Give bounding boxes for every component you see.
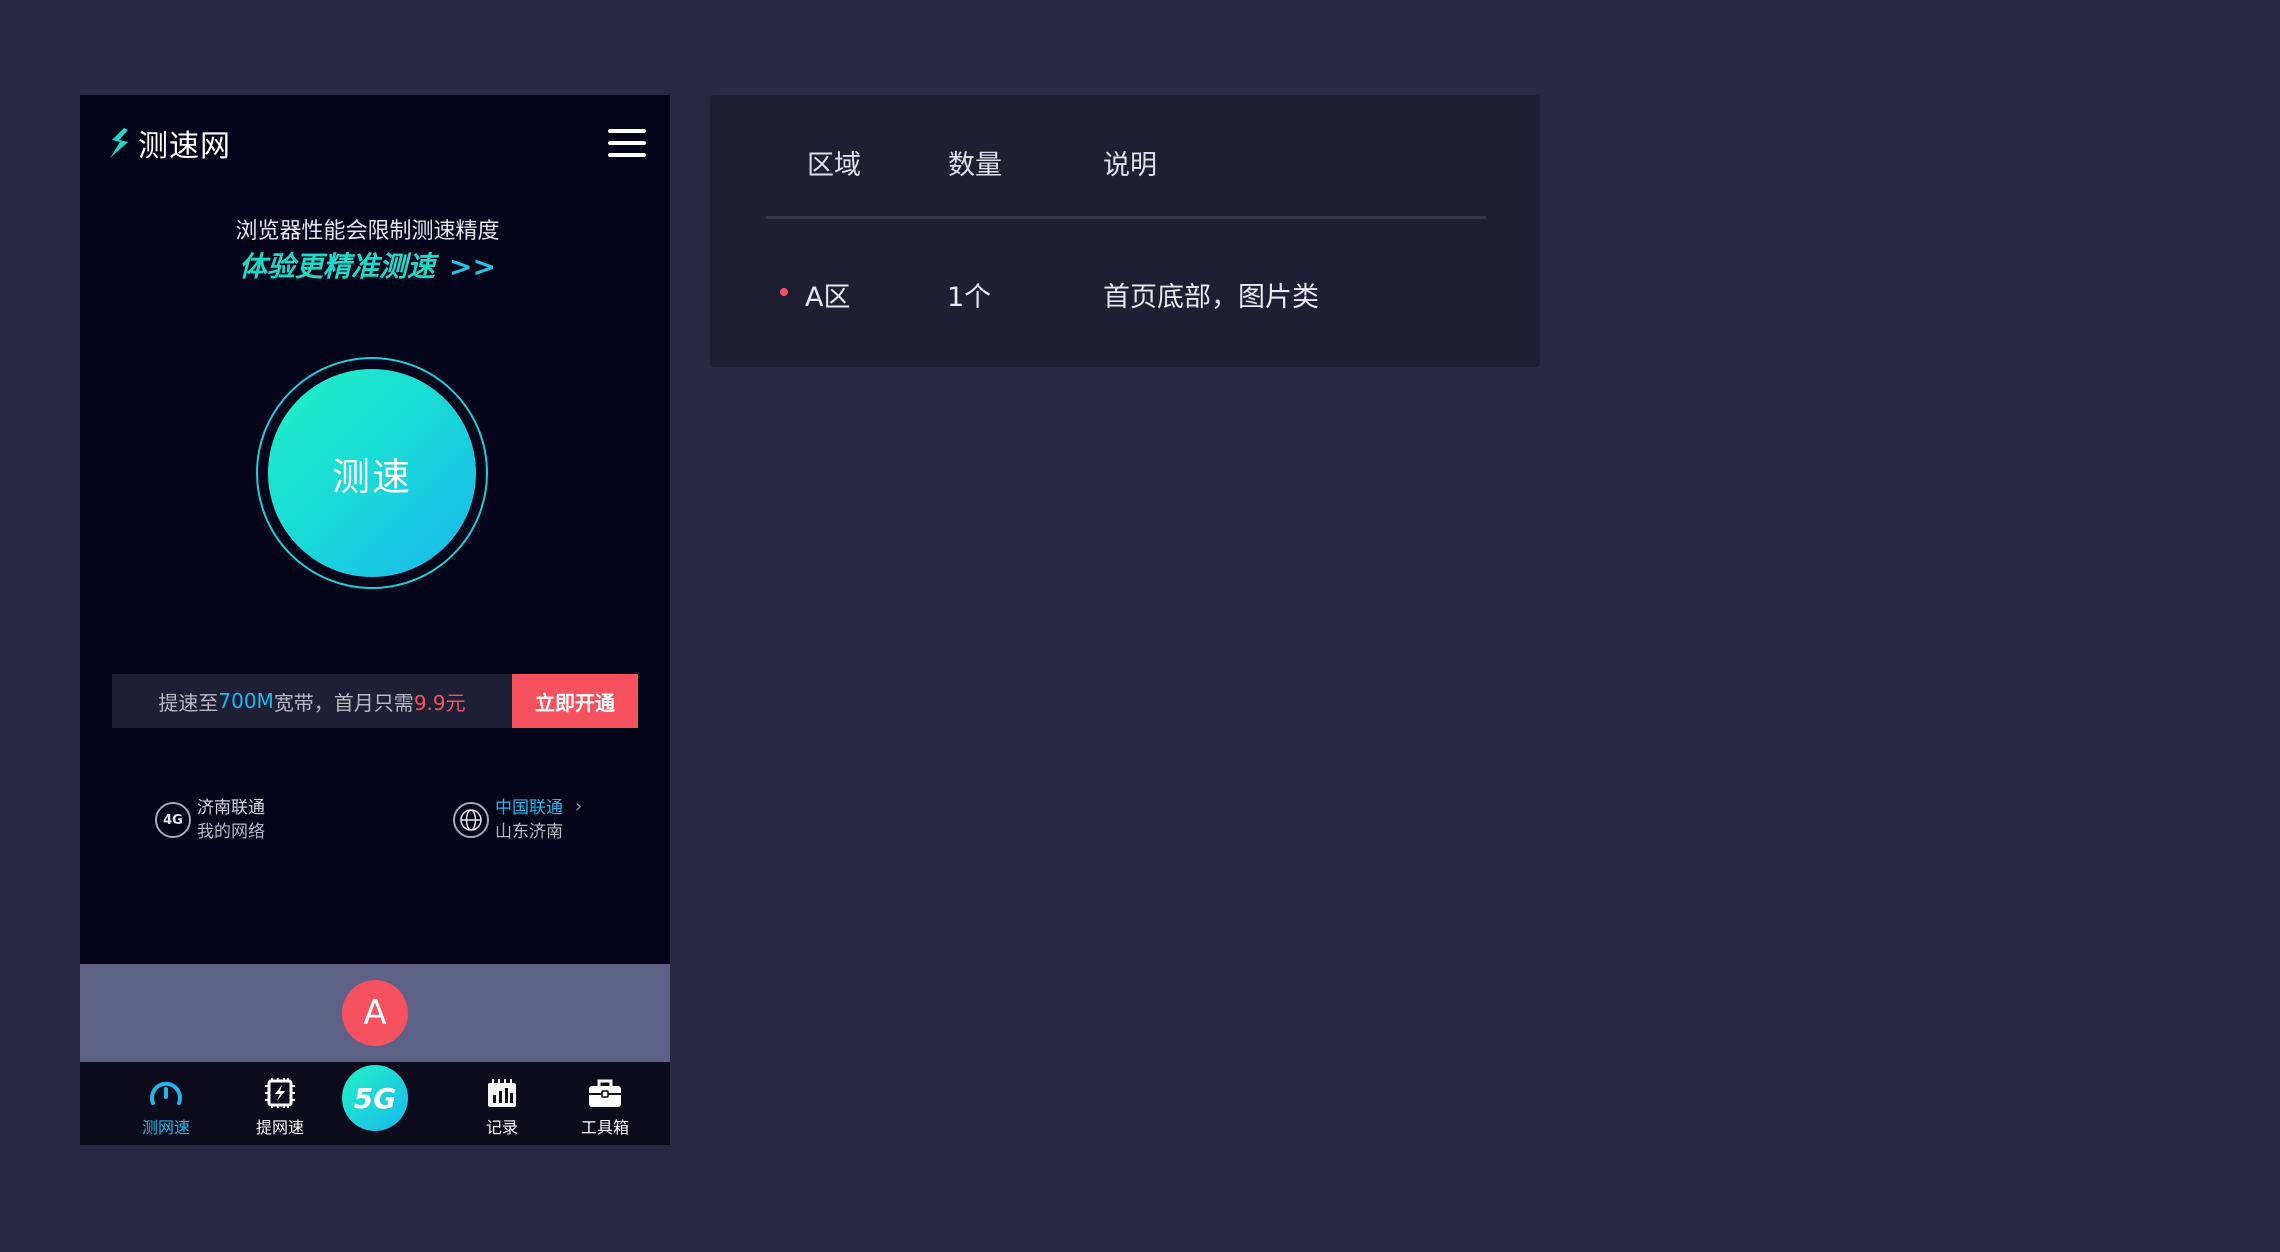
panel-divider (766, 216, 1486, 219)
bottom-tabbar: 测网速 提网速 5G 记录 工具箱 (80, 1062, 670, 1145)
upgrade-price: 9.9元 (413, 690, 466, 715)
activate-now-button[interactable]: 立即开通 (512, 674, 638, 728)
column-header-count: 数量 (948, 150, 1002, 181)
panel-header-row: 区域 数量 说明 (710, 143, 1540, 183)
speedometer-icon (148, 1076, 184, 1110)
server-isp: 中国联通 (495, 798, 563, 818)
upgrade-text: 提速至 700M 宽带，首月只需 9.9元 (112, 674, 512, 728)
tab-records-label: 记录 (485, 1118, 518, 1137)
logo-icon (110, 128, 128, 158)
bullet-dot-icon (780, 288, 788, 296)
logo-text: 测速网 (138, 129, 231, 164)
tab-boost-label: 提网速 (255, 1118, 304, 1137)
double-arrow-icon: >> (449, 250, 496, 283)
4g-badge-label: 4G (163, 812, 183, 828)
table-row: A区 1个 首页底部，图片类 (710, 275, 1540, 315)
ad-slot-a[interactable]: A (80, 964, 670, 1062)
promo-link[interactable]: 体验更精准测速 >> (80, 245, 655, 285)
record-chart-icon (485, 1076, 519, 1110)
server-selector[interactable]: 中国联通 山东济南 › (453, 796, 583, 842)
upgrade-text-prefix: 提速至 (158, 690, 219, 715)
chevron-right-icon: › (575, 796, 583, 817)
row-description: 首页底部，图片类 (1103, 282, 1319, 313)
tab-speed-test[interactable]: 测网速 (116, 1062, 216, 1145)
tab-toolbox[interactable]: 工具箱 (555, 1062, 655, 1145)
app-header: 测速网 (80, 95, 670, 187)
upgrade-banner: 提速至 700M 宽带，首月只需 9.9元 立即开通 (112, 674, 638, 728)
tab-toolbox-label: 工具箱 (580, 1118, 629, 1137)
row-area: A区 (805, 282, 851, 313)
hamburger-menu-icon[interactable] (608, 129, 646, 157)
tab-5g-label: 5G (353, 1081, 397, 1115)
tab-records[interactable]: 记录 (452, 1062, 552, 1145)
column-header-area: 区域 (807, 150, 861, 181)
upgrade-text-middle: 宽带，首月只需 (273, 690, 414, 715)
ad-slot-info-panel: 区域 数量 说明 A区 1个 首页底部，图片类 (710, 95, 1540, 367)
column-header-description: 说明 (1103, 150, 1157, 181)
toolbox-icon (587, 1076, 623, 1110)
4g-icon: 4G (155, 802, 191, 838)
promo-notice: 浏览器性能会限制测速精度 (235, 219, 500, 244)
upgrade-speed: 700M (218, 689, 274, 713)
ad-slot-badge: A (342, 980, 408, 1046)
row-count: 1个 (947, 282, 992, 313)
promo-link-text: 体验更精准测速 (239, 250, 436, 283)
logo[interactable]: 测速网 (104, 121, 231, 165)
globe-icon (453, 802, 489, 838)
canvas: 测速网 浏览器性能会限制测速精度 体验更精准测速 >> 测速 提速至 700M 宽带，… (0, 0, 2280, 1252)
speed-test-button-label: 测速 (331, 454, 412, 499)
isp-name: 济南联通 (197, 798, 265, 818)
speed-test-button[interactable]: 测速 (268, 369, 476, 577)
phone-screen: 测速网 浏览器性能会限制测速精度 体验更精准测速 >> 测速 提速至 700M 宽带，… (80, 95, 670, 1145)
server-location: 山东济南 (495, 822, 563, 842)
5g-icon[interactable]: 5G (342, 1065, 408, 1131)
my-network-label: 我的网络 (197, 822, 265, 842)
tab-boost[interactable]: 提网速 (230, 1062, 330, 1145)
chip-bolt-icon (262, 1076, 298, 1110)
my-network-info: 4G 济南联通 我的网络 (155, 798, 265, 842)
tab-speed-test-label: 测网速 (141, 1118, 190, 1137)
